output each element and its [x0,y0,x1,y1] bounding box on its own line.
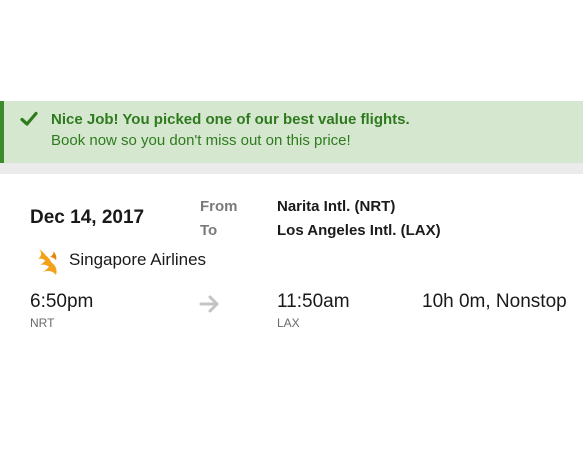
destination-airport: Los Angeles Intl. (LAX) [277,222,441,239]
singapore-airlines-logo-icon [38,249,57,275]
alert-title: Nice Job! You picked one of our best val… [51,111,410,128]
arrival-time: 11:50am [277,291,350,312]
best-value-alert: Nice Job! You picked one of our best val… [0,101,583,163]
departure-time: 6:50pm [30,291,94,312]
flight-date: Dec 14, 2017 [30,207,145,228]
to-label: To [200,222,218,239]
section-divider [0,163,583,174]
flight-duration: 10h 0m, Nonstop [422,291,567,312]
origin-airport: Narita Intl. (NRT) [277,198,396,215]
departure-airport-code: NRT [30,316,55,330]
right-arrow-icon [199,295,219,313]
alert-subtitle: Book now so you don't miss out on this p… [51,132,351,149]
checkmark-icon [20,111,38,126]
arrival-airport-code: LAX [277,316,300,330]
airline-name: Singapore Airlines [69,250,207,269]
from-label: From [200,198,238,215]
